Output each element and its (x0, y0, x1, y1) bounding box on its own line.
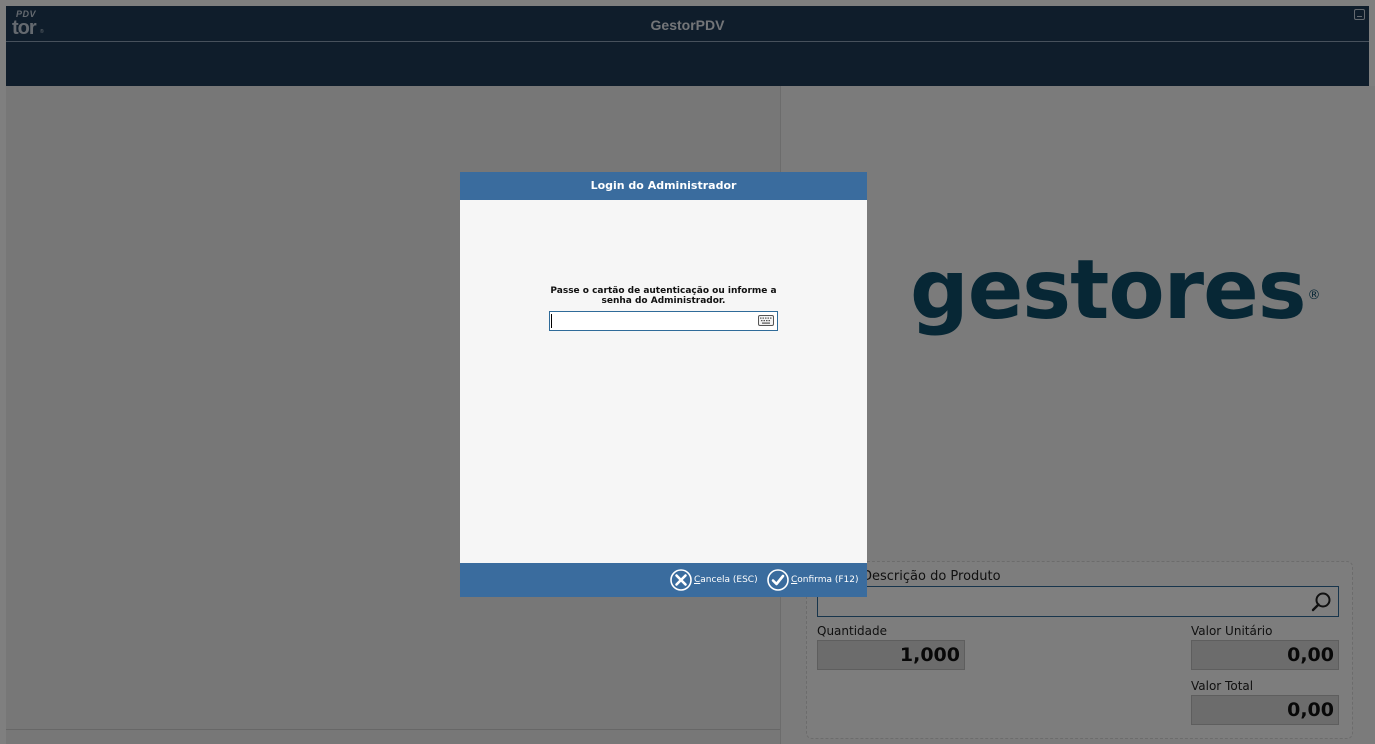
checkmark-icon (767, 569, 789, 591)
cancel-button[interactable]: Cancela (ESC) (670, 568, 758, 592)
confirm-button[interactable]: Confirma (F12) (767, 568, 859, 592)
confirm-button-label: Confirma (F12) (791, 575, 859, 585)
dialog-title: Login do Administrador (460, 172, 867, 200)
dialog-footer: Cancela (ESC) Confirma (F12) (460, 563, 867, 597)
keyboard-icon[interactable] (758, 315, 774, 326)
admin-login-dialog: Login do Administrador Passe o cartão de… (460, 172, 867, 597)
admin-password-input[interactable] (549, 311, 778, 331)
dialog-message: Passe o cartão de autenticação ou inform… (550, 286, 777, 306)
text-caret (551, 314, 552, 328)
cancel-button-label: Cancela (ESC) (694, 575, 758, 585)
cancel-icon (670, 569, 692, 591)
gestor-pdv-app: PDV tor ® GestorPDV gestores® Descrição … (0, 0, 1375, 744)
